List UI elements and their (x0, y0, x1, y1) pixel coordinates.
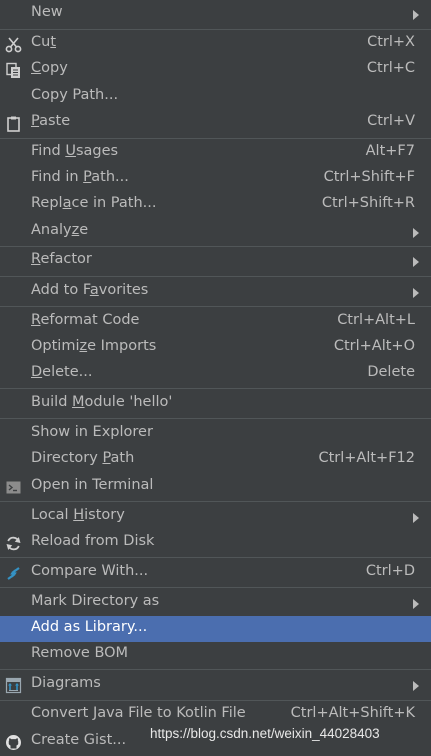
menu-item-reload-from-disk[interactable]: Reload from Disk (0, 530, 431, 556)
shortcut-text: Alt+F7 (365, 143, 415, 159)
menu-item-label: New (31, 4, 63, 20)
menu-item-label: Diagrams (31, 675, 101, 691)
menu-separator (0, 138, 431, 139)
menu-item-label: Local History (31, 507, 125, 523)
menu-item-find-in-path[interactable]: Find in Path... Ctrl+Shift+F (0, 166, 431, 192)
menu-item-label: Reformat Code (31, 312, 140, 328)
menu-item-label: Cut (31, 34, 57, 50)
copy-icon (6, 62, 20, 78)
menu-item-paste[interactable]: Paste Ctrl+V (0, 110, 431, 136)
menu-item-label: Refactor (31, 251, 92, 267)
menu-item-find-usages[interactable]: Find Usages Alt+F7 (0, 140, 431, 166)
menu-separator (0, 587, 431, 588)
menu-separator (0, 246, 431, 247)
menu-item-convert-java-to-kotlin[interactable]: Convert Java File to Kotlin File Ctrl+Al… (0, 702, 431, 728)
menu-item-label: Paste (31, 113, 71, 129)
menu-item-label: Compare With... (31, 563, 149, 579)
menu-item-copy-path[interactable]: Copy Path... (0, 84, 431, 110)
shortcut-text: Ctrl+X (367, 34, 415, 50)
menu-item-add-to-favorites[interactable]: Add to Favorites (0, 279, 431, 305)
menu-item-copy[interactable]: Copy Ctrl+C (0, 57, 431, 83)
submenu-arrow-icon (413, 228, 419, 238)
menu-item-label: Replace in Path... (31, 195, 157, 211)
menu-item-delete[interactable]: Delete... Delete (0, 361, 431, 387)
menu-item-directory-path[interactable]: Directory Path Ctrl+Alt+F12 (0, 447, 431, 473)
shortcut-text: Ctrl+V (367, 113, 415, 129)
diagram-icon (5, 677, 22, 694)
reload-icon (6, 536, 21, 551)
submenu-arrow-icon (413, 10, 419, 20)
submenu-arrow-icon (413, 681, 419, 691)
menu-item-label: Find in Path... (31, 169, 129, 185)
context-menu: New Cut Ctrl+X Copy Ctrl+C Copy Path... (0, 0, 431, 756)
menu-item-local-history[interactable]: Local History (0, 504, 431, 530)
menu-separator (0, 306, 431, 307)
menu-separator (0, 557, 431, 558)
menu-separator (0, 700, 431, 701)
menu-item-label: Build Module 'hello' (31, 394, 173, 410)
menu-item-label: Find Usages (31, 143, 119, 159)
terminal-icon (6, 481, 21, 494)
menu-item-new[interactable]: New (0, 1, 431, 27)
menu-item-label: Add as Library... (31, 619, 148, 635)
submenu-arrow-icon (413, 257, 419, 267)
shortcut-text: Ctrl+Shift+F (323, 169, 415, 185)
shortcut-text: Ctrl+Alt+L (337, 312, 415, 328)
shortcut-text: Ctrl+Alt+F12 (318, 450, 415, 466)
github-icon (6, 735, 21, 750)
menu-item-label: Convert Java File to Kotlin File (31, 705, 246, 721)
shortcut-text: Ctrl+Alt+O (333, 338, 415, 354)
menu-item-add-as-library[interactable]: Add as Library... (0, 616, 431, 642)
menu-item-label: Remove BOM (31, 645, 129, 661)
menu-item-label: Directory Path (31, 450, 135, 466)
menu-item-label: Copy Path... (31, 87, 119, 103)
submenu-arrow-icon (413, 599, 419, 609)
shortcut-text: Delete (367, 364, 415, 380)
shortcut-text: Ctrl+Shift+R (321, 195, 415, 211)
menu-item-label: Create Gist... (31, 732, 127, 748)
menu-separator (0, 276, 431, 277)
menu-separator (0, 669, 431, 670)
menu-item-label: Add to Favorites (31, 282, 149, 298)
menu-item-open-in-terminal[interactable]: Open in Terminal (0, 474, 431, 500)
menu-item-replace-in-path[interactable]: Replace in Path... Ctrl+Shift+R (0, 192, 431, 218)
submenu-arrow-icon (413, 288, 419, 298)
menu-item-label: Open in Terminal (31, 477, 154, 493)
menu-separator (0, 388, 431, 389)
menu-item-show-in-explorer[interactable]: Show in Explorer (0, 421, 431, 447)
menu-item-diagrams[interactable]: Diagrams (0, 672, 431, 698)
compare-icon (7, 567, 20, 580)
shortcut-text: Ctrl+C (366, 60, 415, 76)
menu-item-compare-with[interactable]: Compare With... Ctrl+D (0, 560, 431, 586)
menu-separator (0, 501, 431, 502)
menu-item-mark-directory-as[interactable]: Mark Directory as (0, 590, 431, 616)
menu-item-label: Analyze (31, 222, 89, 238)
watermark-text: https://blog.csdn.net/weixin_44028403 (150, 726, 380, 741)
menu-separator (0, 418, 431, 419)
menu-item-analyze[interactable]: Analyze (0, 219, 431, 245)
menu-item-label: Mark Directory as (31, 593, 160, 609)
shortcut-text: Ctrl+Alt+Shift+K (290, 705, 415, 721)
scissors-icon (5, 37, 22, 53)
menu-item-label: Reload from Disk (31, 533, 155, 549)
menu-item-label: Delete... (31, 364, 93, 380)
menu-item-label: Optimize Imports (31, 338, 157, 354)
menu-item-label: Show in Explorer (31, 424, 153, 440)
menu-item-label: Copy (31, 60, 68, 76)
menu-item-cut[interactable]: Cut Ctrl+X (0, 31, 431, 57)
menu-item-build-module[interactable]: Build Module 'hello' (0, 391, 431, 417)
clipboard-icon (7, 116, 20, 132)
shortcut-text: Ctrl+D (365, 563, 415, 579)
submenu-arrow-icon (413, 513, 419, 523)
menu-item-reformat-code[interactable]: Reformat Code Ctrl+Alt+L (0, 309, 431, 335)
menu-item-refactor[interactable]: Refactor (0, 248, 431, 274)
menu-item-optimize-imports[interactable]: Optimize Imports Ctrl+Alt+O (0, 335, 431, 361)
menu-item-remove-bom[interactable]: Remove BOM (0, 642, 431, 668)
menu-separator (0, 29, 431, 30)
